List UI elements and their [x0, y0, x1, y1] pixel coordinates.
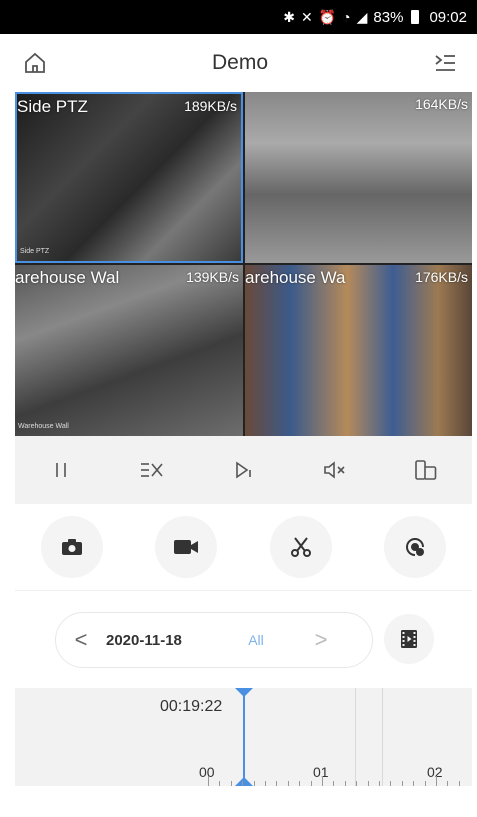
pause-button[interactable] — [39, 448, 83, 492]
date-selector: < 2020-11-18 All > — [55, 612, 373, 668]
playback-toolbar — [15, 436, 472, 504]
status-bar: ✱ ✕ ⏰ ◔ ◢ 83% 09:02 — [0, 0, 477, 34]
cursor-bottom-arrow-icon — [235, 777, 253, 786]
bottom-area — [15, 786, 472, 817]
menu-button[interactable] — [425, 43, 465, 83]
camera-name: arehouse Wa — [245, 268, 346, 287]
clip-icon — [290, 537, 311, 557]
mute-status-icon: ✕ — [301, 8, 313, 25]
snapshot-button[interactable] — [41, 516, 104, 578]
film-icon — [401, 630, 417, 648]
camera-icon — [62, 539, 83, 555]
next-frame-button[interactable] — [221, 448, 265, 492]
pause-icon — [55, 463, 66, 477]
camera-name: arehouse Wal — [15, 268, 120, 287]
bitrate: 139KB/s — [186, 269, 239, 285]
next-frame-icon — [236, 461, 252, 479]
list-menu-icon — [435, 55, 455, 71]
navbar: Demo — [15, 34, 465, 93]
hour-label: 01 — [313, 764, 329, 780]
hour-label: 02 — [427, 764, 443, 780]
osd-label: Side PTZ — [20, 248, 50, 255]
home-icon — [25, 52, 45, 73]
video-grid: Side PTZ 189KB/s Side PTZ 164KB/s arehou… — [15, 92, 472, 436]
clock: 09:02 — [429, 8, 467, 26]
clip-button[interactable] — [269, 516, 332, 578]
playback-speed-button[interactable] — [383, 516, 446, 578]
mute-button[interactable] — [313, 448, 357, 492]
page-title: Demo — [211, 51, 269, 74]
timeline-tick — [322, 776, 323, 786]
video-tile-4[interactable]: arehouse Wa 176KB/s — [245, 265, 472, 436]
hour-divider — [382, 688, 383, 786]
prev-day-button[interactable]: < — [56, 627, 106, 653]
signal-icon: ◢ — [356, 8, 368, 25]
video-tile-3[interactable]: arehouse Wal 139KB/s Warehouse Wall — [15, 265, 243, 436]
battery-icon — [411, 10, 420, 24]
current-time: 00:19:22 — [160, 698, 223, 715]
camera-name: Side PTZ — [17, 97, 88, 116]
video-list-button[interactable] — [384, 614, 434, 664]
record-type-filter[interactable]: All — [216, 632, 296, 648]
close-split-button[interactable] — [130, 448, 174, 492]
selected-date[interactable]: 2020-11-18 — [106, 632, 216, 649]
action-buttons — [15, 504, 472, 591]
fullscreen-button[interactable] — [404, 448, 448, 492]
timeline[interactable]: 00:19:22 00 01 02 — [15, 688, 472, 786]
timeline-tick — [208, 776, 209, 786]
video-record-icon — [174, 540, 199, 554]
playback-speed-icon — [405, 538, 424, 556]
timeline-tick — [436, 776, 437, 786]
mute-icon — [324, 461, 345, 479]
next-day-button[interactable]: > — [296, 627, 346, 653]
bitrate: 189KB/s — [184, 98, 237, 114]
time-cursor — [243, 688, 245, 786]
battery-percent: 83% — [373, 8, 404, 26]
bitrate: 164KB/s — [415, 96, 468, 112]
video-tile-2[interactable]: 164KB/s — [245, 92, 472, 263]
hour-divider — [355, 688, 356, 786]
record-button[interactable] — [155, 516, 218, 578]
bitrate: 176KB/s — [415, 269, 468, 285]
video-tile-1[interactable]: Side PTZ 189KB/s Side PTZ — [15, 92, 243, 263]
split-close-icon — [141, 463, 163, 477]
alarm-icon: ⏰ — [318, 8, 337, 25]
bluetooth-icon: ✱ — [283, 8, 295, 25]
hour-label: 00 — [199, 764, 215, 780]
wifi-icon: ◔ — [342, 9, 351, 25]
cursor-top-arrow-icon — [235, 688, 253, 697]
home-button[interactable] — [15, 43, 55, 83]
osd-label: Warehouse Wall — [18, 423, 69, 430]
fullscreen-rotate-icon — [415, 460, 437, 480]
